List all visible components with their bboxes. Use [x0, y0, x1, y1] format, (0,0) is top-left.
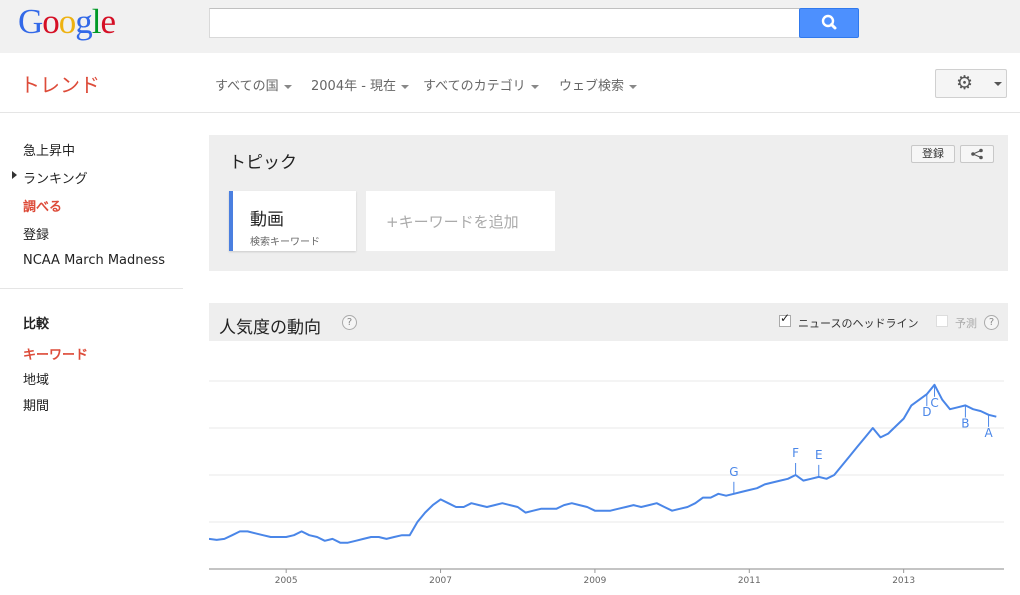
sidebar-item-trending[interactable]: 急上昇中 — [23, 140, 75, 159]
compare-heading: 比較 — [23, 317, 50, 332]
logo-letter: o — [42, 2, 59, 41]
annotation-label: F — [792, 446, 799, 460]
search-type-filter[interactable]: ウェブ検索 — [559, 75, 638, 94]
time-filter[interactable]: 2004年 - 現在 — [311, 75, 410, 94]
trends-header: トレンド すべての国 2004年 - 現在 すべてのカテゴリ ウェブ検索 ⚙ — [0, 53, 1020, 113]
share-icon — [971, 148, 983, 160]
chevron-down-icon — [401, 84, 410, 89]
search-icon — [821, 14, 837, 30]
x-tick-label: 2005 — [275, 576, 298, 586]
x-tick-label: 2011 — [738, 576, 761, 586]
subscribe-button[interactable]: 登録 — [911, 145, 955, 163]
annotation-label: G — [729, 465, 738, 479]
chevron-down-icon — [283, 84, 292, 89]
forecast-checkbox[interactable] — [936, 315, 948, 327]
chevron-down-icon — [530, 84, 539, 89]
chevron-down-icon — [629, 84, 638, 89]
news-headlines-label: ニュースのヘッドライン — [798, 317, 919, 330]
series-line — [209, 383, 997, 544]
interest-chart: 2005 2007 2009 2011 2013 A B CD E F G — [209, 380, 1004, 586]
logo-letter: l — [91, 2, 102, 41]
help-icon[interactable]: ? — [342, 315, 357, 330]
annotation-label: E — [815, 448, 823, 462]
google-logo[interactable]: Google — [18, 2, 117, 42]
sidebar-item-explore[interactable]: 調べる — [23, 196, 62, 215]
top-bar: Google — [0, 0, 1020, 53]
country-filter-label: すべての国 — [215, 79, 279, 94]
compare-item-keyword[interactable]: キーワード — [23, 344, 88, 363]
settings-button[interactable]: ⚙ — [935, 69, 1007, 98]
help-icon[interactable]: ? — [984, 315, 999, 330]
country-filter[interactable]: すべての国 — [215, 75, 292, 94]
logo-letter: e — [100, 2, 117, 41]
news-headlines-checkbox[interactable]: ✓ — [779, 311, 791, 327]
share-button[interactable] — [960, 145, 994, 163]
sidebar-divider — [0, 288, 183, 289]
search-input[interactable] — [209, 8, 800, 38]
gear-icon: ⚙ — [956, 72, 974, 94]
annotation-label: C — [930, 396, 938, 410]
annotation-label: B — [961, 416, 969, 430]
logo-letter: g — [75, 2, 92, 41]
topic-title: トピック — [229, 153, 297, 173]
chevron-down-icon — [994, 82, 1002, 86]
sidebar-item-ranking[interactable]: ランキング — [23, 168, 88, 187]
keyword-term: 動画 — [250, 210, 284, 230]
page-title[interactable]: トレンド — [20, 69, 100, 98]
sidebar-item-ncaa[interactable]: NCAA March Madness — [23, 253, 165, 268]
forecast-label: 予測 — [955, 317, 977, 330]
sidebar-item-subscriptions[interactable]: 登録 — [23, 224, 49, 243]
category-filter[interactable]: すべてのカテゴリ — [423, 75, 539, 94]
interest-title: 人気度の動向 — [219, 318, 321, 338]
checkmark-icon: ✓ — [780, 311, 791, 325]
keyword-card[interactable]: 動画 検索キーワード — [229, 191, 356, 251]
logo-letter: G — [18, 2, 43, 41]
category-filter-label: すべてのカテゴリ — [423, 79, 526, 94]
keyword-subtitle: 検索キーワード — [250, 237, 320, 248]
time-filter-label: 2004年 - 現在 — [311, 79, 397, 94]
expand-arrow-icon[interactable] — [12, 171, 17, 179]
x-tick-label: 2007 — [429, 576, 452, 586]
annotation-label: D — [922, 405, 931, 419]
x-tick-label: 2009 — [583, 576, 606, 586]
compare-item-period[interactable]: 期間 — [23, 395, 49, 414]
x-tick-label: 2013 — [892, 576, 915, 586]
add-keyword-button[interactable]: +キーワードを追加 — [366, 191, 555, 251]
annotation-label: A — [984, 426, 993, 440]
search-type-filter-label: ウェブ検索 — [559, 79, 625, 94]
logo-letter: o — [58, 2, 76, 41]
search-button[interactable] — [799, 8, 859, 38]
compare-item-region[interactable]: 地域 — [23, 369, 49, 388]
